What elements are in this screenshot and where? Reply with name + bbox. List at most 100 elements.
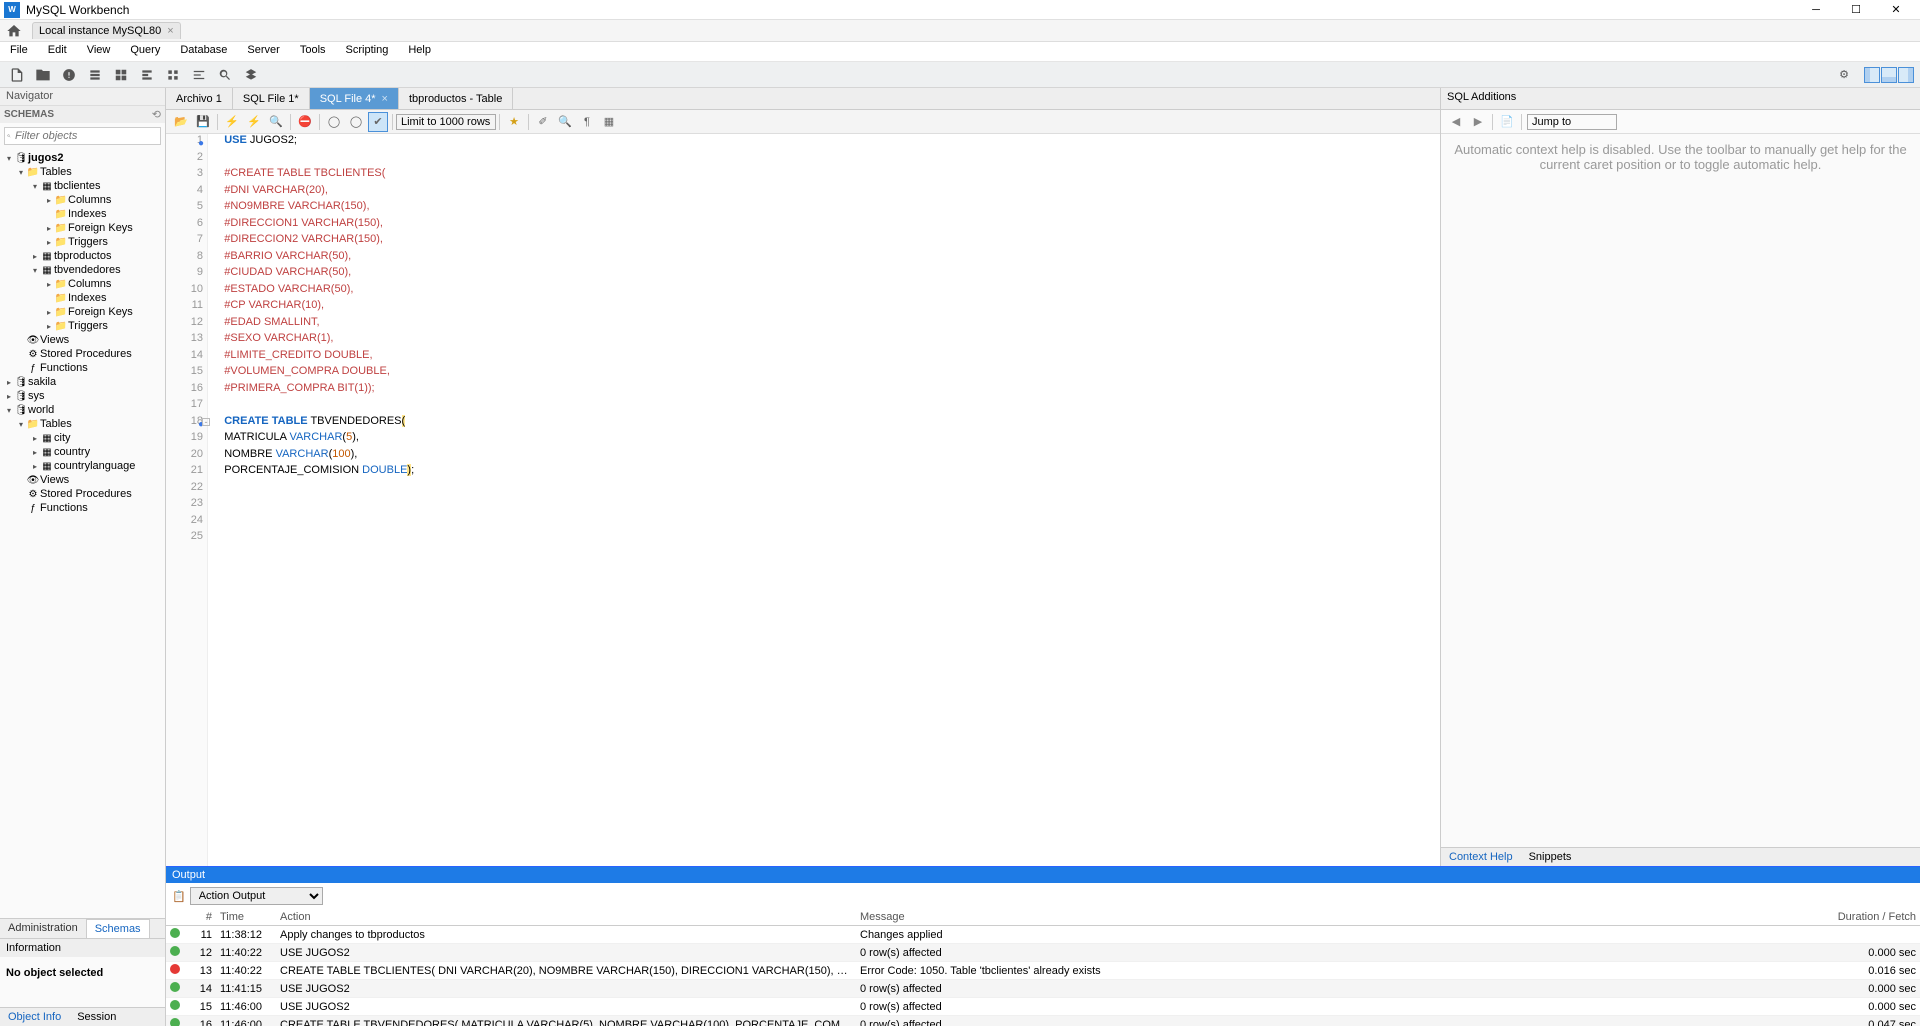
output-row[interactable]: 12 11:40:22 USE JUGOS2 0 row(s) affected… xyxy=(166,944,1920,962)
save-file-icon[interactable]: 💾 xyxy=(193,112,213,132)
tree-node[interactable]: ▸ ▦ countrylanguage xyxy=(2,459,163,473)
form-icon[interactable]: ▦ xyxy=(599,112,619,132)
beautify-icon[interactable]: ✐ xyxy=(533,112,553,132)
explain-icon[interactable]: 🔍 xyxy=(266,112,286,132)
toggle-right-panel-icon[interactable] xyxy=(1898,67,1914,83)
tool-icon-6[interactable] xyxy=(214,64,236,86)
tree-arrow-icon[interactable]: ▸ xyxy=(30,434,40,443)
menu-tools[interactable]: Tools xyxy=(290,42,336,61)
tree-arrow-icon[interactable]: ▸ xyxy=(44,196,54,205)
output-type-select[interactable]: Action Output xyxy=(190,887,323,905)
close-button[interactable]: ✕ xyxy=(1876,0,1916,20)
inspector-icon[interactable] xyxy=(58,64,80,86)
tree-arrow-icon[interactable]: ▾ xyxy=(4,406,14,415)
tree-arrow-icon[interactable]: ▸ xyxy=(44,238,54,247)
tree-node[interactable]: ⚙ Stored Procedures xyxy=(2,347,163,361)
tree-node[interactable]: ▸ 🛢 sys xyxy=(2,389,163,403)
menu-file[interactable]: File xyxy=(0,42,38,61)
gear-icon[interactable]: ⚙ xyxy=(1833,64,1855,86)
tree-node[interactable]: 👁 Views xyxy=(2,333,163,347)
close-icon[interactable]: × xyxy=(167,25,173,37)
new-sql-tab-icon[interactable] xyxy=(6,64,28,86)
tree-node[interactable]: ▾ 📁 Tables xyxy=(2,165,163,179)
tree-arrow-icon[interactable]: ▾ xyxy=(4,154,14,163)
jump-to-select[interactable]: Jump to xyxy=(1527,114,1617,130)
tool-icon-3[interactable] xyxy=(136,64,158,86)
editor-tab[interactable]: SQL File 1* xyxy=(233,88,310,109)
tab-snippets[interactable]: Snippets xyxy=(1521,848,1580,866)
open-file-icon[interactable]: 📂 xyxy=(171,112,191,132)
tree-node[interactable]: ▸ 📁 Foreign Keys xyxy=(2,305,163,319)
tree-node[interactable]: ▾ ▦ tbvendedores xyxy=(2,263,163,277)
menu-query[interactable]: Query xyxy=(120,42,170,61)
tree-arrow-icon[interactable]: ▸ xyxy=(44,224,54,233)
instance-tab[interactable]: Local instance MySQL80 × xyxy=(32,22,181,39)
tab-session[interactable]: Session xyxy=(69,1008,124,1026)
filter-objects[interactable] xyxy=(4,127,161,145)
tree-arrow-icon[interactable]: ▾ xyxy=(16,420,26,429)
tab-object-info[interactable]: Object Info xyxy=(0,1008,69,1026)
tree-arrow-icon[interactable]: ▸ xyxy=(44,280,54,289)
prev-icon[interactable]: ◀ xyxy=(1446,112,1466,132)
menu-help[interactable]: Help xyxy=(398,42,441,61)
filter-input[interactable] xyxy=(13,128,160,144)
execute-icon[interactable]: ⚡ xyxy=(222,112,242,132)
tree-arrow-icon[interactable]: ▸ xyxy=(30,448,40,457)
tree-arrow-icon[interactable]: ▸ xyxy=(30,462,40,471)
tree-arrow-icon[interactable]: ▾ xyxy=(30,266,40,275)
code-editor[interactable]: ●1234567891011121314151617●-181920212223… xyxy=(166,134,1440,866)
tree-node[interactable]: ▸ ▦ city xyxy=(2,431,163,445)
autocommit-icon[interactable]: ✔ xyxy=(368,112,388,132)
stop-icon[interactable]: ⛔ xyxy=(295,112,315,132)
maximize-button[interactable]: ☐ xyxy=(1836,0,1876,20)
tab-administration[interactable]: Administration xyxy=(0,919,86,938)
rollback-icon[interactable]: ◯ xyxy=(346,112,366,132)
tree-arrow-icon[interactable]: ▸ xyxy=(30,252,40,261)
tree-node[interactable]: ▸ 📁 Triggers xyxy=(2,319,163,333)
favorites-icon[interactable]: ★ xyxy=(504,112,524,132)
close-icon[interactable]: × xyxy=(382,93,388,105)
tab-schemas[interactable]: Schemas xyxy=(86,919,150,938)
editor-tab[interactable]: Archivo 1 xyxy=(166,88,233,109)
next-icon[interactable]: ▶ xyxy=(1468,112,1488,132)
editor-tab[interactable]: tbproductos - Table xyxy=(399,88,513,109)
menu-database[interactable]: Database xyxy=(170,42,237,61)
open-sql-icon[interactable] xyxy=(32,64,54,86)
menu-view[interactable]: View xyxy=(77,42,121,61)
toggle-left-panel-icon[interactable] xyxy=(1864,67,1880,83)
tree-node[interactable]: ▸ 📁 Foreign Keys xyxy=(2,221,163,235)
tree-node[interactable]: 📁 Indexes xyxy=(2,291,163,305)
tree-node[interactable]: 📁 Indexes xyxy=(2,207,163,221)
tree-node[interactable]: ▾ 🛢 jugos2 xyxy=(2,151,163,165)
search-icon[interactable]: 🔍 xyxy=(555,112,575,132)
tree-node[interactable]: ⚙ Stored Procedures xyxy=(2,487,163,501)
commit-icon[interactable]: ◯ xyxy=(324,112,344,132)
tree-node[interactable]: ƒ Functions xyxy=(2,361,163,375)
output-row[interactable]: 13 11:40:22 CREATE TABLE TBCLIENTES( DNI… xyxy=(166,962,1920,980)
tree-node[interactable]: ▸ 📁 Columns xyxy=(2,193,163,207)
menu-edit[interactable]: Edit xyxy=(38,42,77,61)
auto-help-icon[interactable]: 📄 xyxy=(1497,112,1517,132)
minimize-button[interactable]: ─ xyxy=(1796,0,1836,20)
tree-node[interactable]: ▸ 📁 Columns xyxy=(2,277,163,291)
tool-icon-1[interactable] xyxy=(84,64,106,86)
tree-node[interactable]: ▾ ▦ tbclientes xyxy=(2,179,163,193)
tree-node[interactable]: 👁 Views xyxy=(2,473,163,487)
tool-icon-2[interactable] xyxy=(110,64,132,86)
wrap-icon[interactable]: ¶ xyxy=(577,112,597,132)
tool-icon-4[interactable] xyxy=(162,64,184,86)
tool-icon-5[interactable] xyxy=(188,64,210,86)
output-row[interactable]: 11 11:38:12 Apply changes to tbproductos… xyxy=(166,926,1920,944)
tree-arrow-icon[interactable]: ▾ xyxy=(16,168,26,177)
output-row[interactable]: 16 11:46:00 CREATE TABLE TBVENDEDORES( M… xyxy=(166,1016,1920,1026)
output-row[interactable]: 15 11:46:00 USE JUGOS2 0 row(s) affected… xyxy=(166,998,1920,1016)
menu-scripting[interactable]: Scripting xyxy=(336,42,399,61)
tree-arrow-icon[interactable]: ▸ xyxy=(44,322,54,331)
tree-arrow-icon[interactable]: ▸ xyxy=(4,392,14,401)
home-icon[interactable] xyxy=(0,20,28,42)
tree-node[interactable]: ▾ 📁 Tables xyxy=(2,417,163,431)
execute-current-icon[interactable]: ⚡ xyxy=(244,112,264,132)
tab-context-help[interactable]: Context Help xyxy=(1441,848,1521,866)
toggle-bottom-panel-icon[interactable] xyxy=(1881,67,1897,83)
refresh-icon[interactable]: ⟲ xyxy=(152,108,161,121)
